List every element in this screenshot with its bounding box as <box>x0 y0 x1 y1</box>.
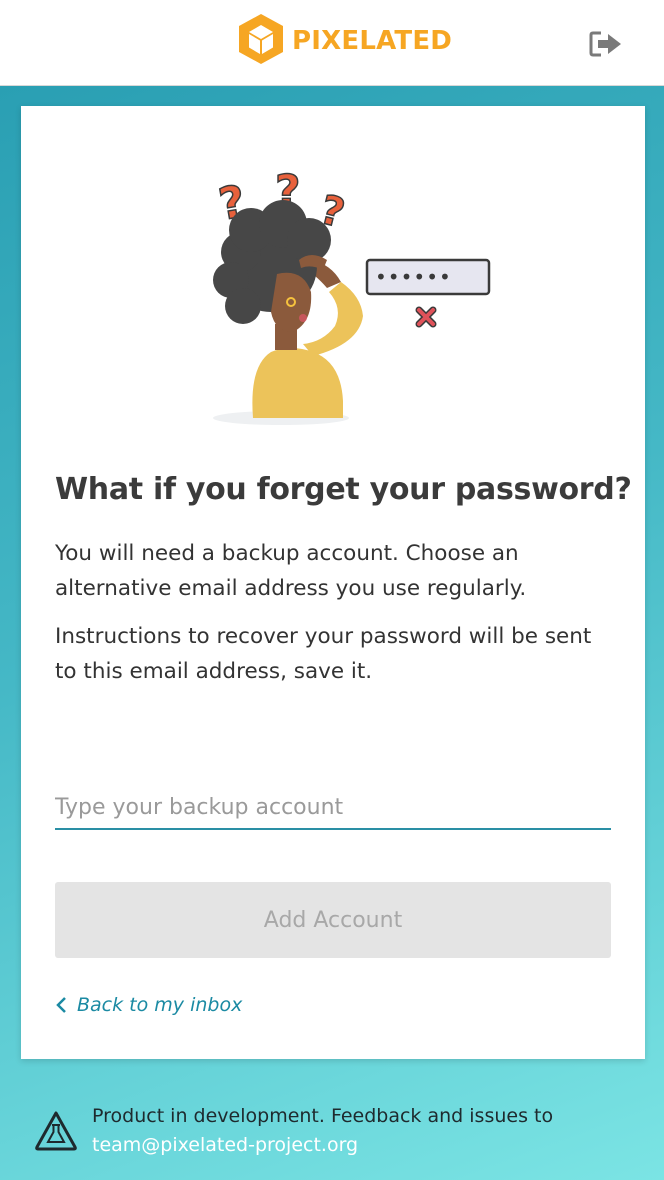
backup-account-field <box>55 786 611 830</box>
footer-notice-text: Product in development. Feedback and iss… <box>92 1105 554 1127</box>
instructions-paragraph-1: You will need a backup account. Choose a… <box>55 541 527 601</box>
svg-text:••••••: •••••• <box>375 265 452 289</box>
page-title: What if you forget your password? <box>55 472 632 507</box>
back-to-inbox-link[interactable]: Back to my inbox <box>55 990 242 1020</box>
footer-notice: Product in development. Feedback and iss… <box>0 1090 664 1180</box>
top-bar: PIXELATED <box>0 0 664 86</box>
pixelated-logo[interactable]: PIXELATED <box>236 14 452 68</box>
back-link-label: Back to my inbox <box>77 994 243 1016</box>
chevron-left-icon <box>55 996 67 1014</box>
footer-text: Product in development. Feedback and iss… <box>92 1102 652 1160</box>
logo-text: PIXELATED <box>292 26 453 56</box>
add-account-button[interactable]: Add Account <box>55 882 611 958</box>
instructions-paragraph-2: Instructions to recover your password wi… <box>55 624 592 684</box>
backup-account-card: ? ? ? •••••• What if you forget your pas… <box>21 106 645 1059</box>
cube-logo-icon <box>236 12 286 70</box>
backup-account-input[interactable] <box>55 786 611 828</box>
forgot-password-illustration: ? ? ? •••••• <box>191 156 511 441</box>
logout-button[interactable] <box>588 30 624 62</box>
logout-icon <box>589 30 623 62</box>
warning-flask-icon <box>34 1110 78 1152</box>
feedback-email-link[interactable]: team@pixelated-project.org <box>92 1131 652 1160</box>
